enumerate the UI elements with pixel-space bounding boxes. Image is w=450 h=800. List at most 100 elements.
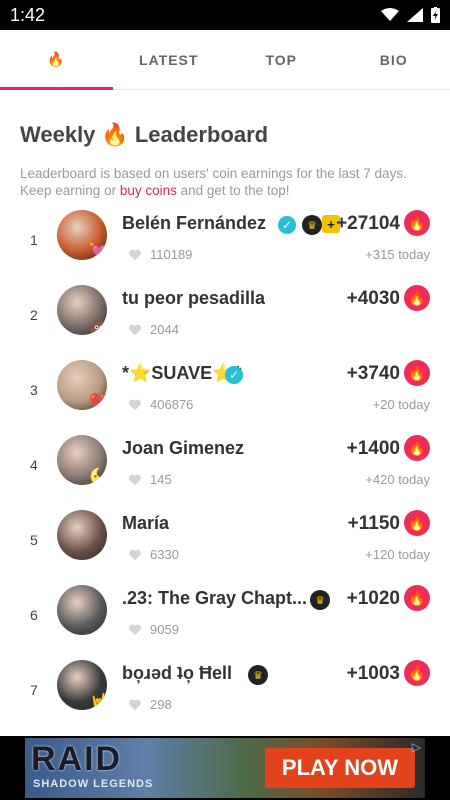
ad-image[interactable]: RAID SHADOW LEGENDS PLAY NOW ▷ [25,738,425,798]
tab-top[interactable]: TOP [225,30,338,89]
avatar[interactable] [57,510,107,560]
leaderboard-row[interactable]: 5 María 6330 +1150 🔥 +120 today [0,510,450,585]
tab-latest[interactable]: LATEST [113,30,226,89]
avatar[interactable]: 💩 [57,285,107,335]
status-bar: 1:42 [0,0,450,30]
avatar[interactable]: 💔 [57,360,107,410]
heart-icon [129,624,141,635]
ad-choices-icon[interactable]: ▷ [412,740,421,754]
tab-label: TOP [265,51,298,68]
avatar-badge-emoji: 🌜 [89,469,107,485]
fire-icon[interactable]: 🔥 [404,435,430,461]
page-subtitle: Leaderboard is based on users' coin earn… [20,165,430,199]
leaderboard-screen: Weekly 🔥 Leaderboard Leaderboard is base… [0,90,450,736]
likes-value: 406876 [150,397,194,412]
likes-value: 6330 [150,547,179,562]
avatar[interactable] [57,585,107,635]
fire-icon: 🔥 [101,122,129,147]
avatar-badge-emoji: 💘 [89,244,107,260]
leaderboard-row[interactable]: 4 🌜 Joan Gimenez 145 +1400 🔥 +420 today [0,435,450,510]
tab-label: BIO [379,51,408,68]
today-earnings: +120 today [365,547,430,562]
today-earnings: +315 today [365,247,430,262]
heart-icon [129,549,141,560]
likes-count: 145 [128,472,172,487]
rank-number: 2 [30,307,38,323]
user-name[interactable]: María [122,513,169,534]
rank-number: 7 [30,682,38,698]
heart-icon [129,249,141,260]
tab-label: LATEST [139,51,199,68]
fire-icon[interactable]: 🔥 [404,285,430,311]
avatar[interactable]: 🌜 [57,435,107,485]
fire-icon[interactable]: 🔥 [404,510,430,536]
page-title: Weekly 🔥 Leaderboard [20,122,268,148]
coin-score: +3740 [346,363,400,384]
status-time: 1:42 [10,4,46,25]
heart-icon [129,474,141,485]
crown-badge-icon: ♛ [248,665,268,685]
likes-value: 9059 [150,622,179,637]
heart-icon [129,324,141,335]
battery-charging-icon [431,7,440,23]
coin-score: +1003 [346,663,400,684]
user-name[interactable]: Joan Gimenez [122,438,244,459]
ad-brand: RAID [31,740,123,778]
heart-icon [129,399,141,410]
ad-tagline: SHADOW LEGENDS [33,778,154,790]
today-earnings: +20 today [372,397,430,412]
tab-bio[interactable]: BIO [338,30,450,89]
likes-count: 298 [128,697,172,712]
crown-badge-icon: ♛ [302,215,322,235]
leaderboard-row[interactable]: 7 🤘 bo̦ɹǝd ʇo̦ Ħell ♛ 298 +1003 🔥 [0,660,450,735]
likes-count: 9059 [128,622,179,637]
user-name[interactable]: *⭐SUAVE⭐* [122,363,242,384]
user-name[interactable]: bo̦ɹǝd ʇo̦ Ħell [122,663,232,684]
subtitle-text-end: and get to the top! [176,183,290,198]
avatar-badge-emoji: 💔 [89,394,107,410]
likes-count: 2044 [128,322,179,337]
verified-badge-icon: ✓ [278,216,296,234]
leaderboard-row[interactable]: 1 💘 Belén Fernández ✓ ♛ +110189 +27104 🔥 +315 to… [0,210,450,285]
leaderboard-row[interactable]: 6 .23: The Gray Chapt... ♛ 9059 +1020 🔥 [0,585,450,660]
wifi-icon [381,8,399,21]
leaderboard-row[interactable]: 2 💩 tu peor pesadilla 2044 +4030 🔥 [0,285,450,360]
user-name[interactable]: .23: The Gray Chapt... [122,588,307,609]
fire-icon[interactable]: 🔥 [404,360,430,386]
rank-number: 4 [30,457,38,473]
fire-icon[interactable]: 🔥 [404,660,430,686]
system-icons [381,7,440,23]
likes-count: 406876 [128,397,193,412]
coin-score: +27104 [336,213,400,234]
rank-number: 6 [30,607,38,623]
coin-score: +4030 [346,288,400,309]
tab-hot[interactable]: 🔥 [0,30,113,90]
avatar-badge-emoji: 💩 [89,319,107,335]
coin-score: +1020 [346,588,400,609]
fire-icon[interactable]: 🔥 [404,210,430,236]
tab-bar: 🔥 LATEST TOP BIO [0,30,450,90]
user-name[interactable]: Belén Fernández [122,213,266,234]
signal-icon [407,8,423,22]
leaderboard-row[interactable]: 3 💔 *⭐SUAVE⭐* ✓ 406876 +3740 🔥 +20 today [0,360,450,435]
fire-icon[interactable]: 🔥 [404,585,430,611]
title-weekly: Weekly [20,122,96,147]
likes-value: 298 [150,697,172,712]
likes-value: 2044 [150,322,179,337]
rank-number: 3 [30,382,38,398]
user-name[interactable]: tu peor pesadilla [122,288,265,309]
buy-coins-link[interactable]: buy coins [120,183,177,198]
heart-icon [129,699,141,710]
rank-number: 5 [30,532,38,548]
verified-badge-icon: ✓ [225,366,243,384]
likes-value: 145 [150,472,172,487]
avatar[interactable]: 🤘 [57,660,107,710]
today-earnings: +420 today [365,472,430,487]
fire-icon: 🔥 [47,51,66,67]
avatar[interactable]: 💘 [57,210,107,260]
likes-value: 110189 [150,247,193,262]
coin-score: +1150 [347,513,400,534]
ad-play-now-button[interactable]: PLAY NOW [265,748,415,788]
title-leaderboard: Leaderboard [134,122,269,147]
ad-banner[interactable]: RAID SHADOW LEGENDS PLAY NOW ▷ [0,736,450,800]
